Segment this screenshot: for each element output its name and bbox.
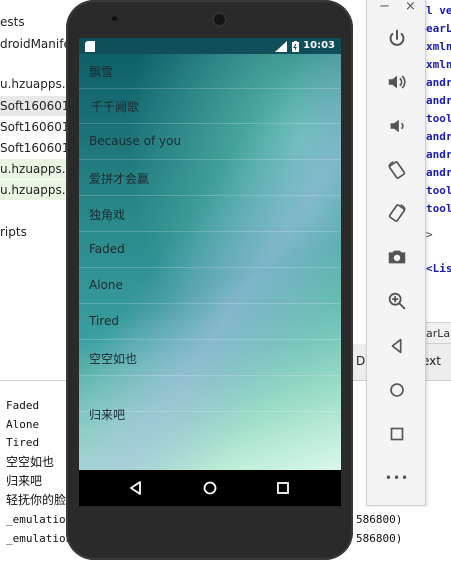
volume-down-button[interactable] [382,111,412,141]
code-line: > [426,228,433,241]
zoom-button[interactable] [382,286,412,316]
list-item[interactable]: 飘雪 [79,54,341,89]
design-tab[interactable]: D [356,354,365,368]
list-item[interactable]: Tired [79,305,341,340]
console-line-tail: 586800) [356,513,403,526]
code-line: andr [426,94,451,107]
list-item[interactable]: 爱拼才会赢 [79,161,341,196]
console-line: Faded [6,399,40,412]
overview-square-icon [390,427,404,441]
screenshot-button[interactable] [382,242,412,272]
zoom-in-icon [388,292,406,310]
list-item[interactable]: 空空如也 [79,341,341,376]
front-sensor [112,16,117,21]
list-item[interactable]: 独角戏 [79,197,341,232]
list-item[interactable]: Faded [79,233,341,268]
console-line: 归来吧 [6,474,43,488]
list-item[interactable]: 归来吧 [79,377,341,422]
console-line: 轻抚你的脸 [6,493,67,507]
song-title: 爱拼才会赢 [89,172,150,186]
overview-square-icon [277,482,289,494]
overview-button[interactable] [382,419,412,449]
rotate-right-icon [388,204,406,222]
camera-icon [388,250,406,264]
phone-screen: 10:03 飘雪 千千阙歌 Because of you 爱拼才会赢 独角戏 F… [79,38,341,506]
code-line: xmln [426,58,451,71]
front-camera [214,14,225,25]
signal-icon [275,41,287,52]
song-list[interactable]: 飘雪 千千阙歌 Because of you 爱拼才会赢 独角戏 Faded A… [79,54,341,470]
volume-up-icon [388,75,406,89]
song-title: Alone [89,278,123,292]
code-line: andr [426,130,451,143]
power-button[interactable] [382,24,412,54]
home-circle-icon [390,383,404,397]
code-line: xmln [426,40,451,53]
code-line: <Lis [426,262,451,275]
code-line: andr [426,166,451,179]
volume-down-icon [390,119,404,133]
back-triangle-icon [130,481,141,495]
code-line: tool [426,112,451,125]
code-line: andr [426,148,451,161]
code-line: earL [426,22,451,35]
song-title: 归来吧 [89,408,126,422]
status-bar: 10:03 [79,38,341,54]
rotate-right-button[interactable] [382,198,412,228]
power-icon [389,29,405,46]
emulator-toolbar: − × ••• [366,0,426,506]
more-icon: ••• [384,471,410,485]
rotate-left-button[interactable] [382,155,412,185]
nav-back-button[interactable] [124,476,148,500]
home-button[interactable] [382,375,412,405]
code-line: andr [426,76,451,89]
minimize-button[interactable]: − [379,0,390,14]
home-circle-icon [203,481,217,495]
song-title: 千千阙歌 [91,100,140,114]
console-line: Alone [6,418,40,431]
nav-home-button[interactable] [198,476,222,500]
console-line-tail: 586800) [356,532,403,545]
code-line: l ve [426,4,451,17]
navigation-bar [79,470,341,506]
volume-up-button[interactable] [382,67,412,97]
list-item[interactable]: Because of you [79,125,341,160]
list-item[interactable]: Alone [79,269,341,304]
back-button[interactable] [382,331,412,361]
song-title: Because of you [89,134,182,148]
song-title: Faded [89,242,125,256]
editor-tab-label: arLa [426,327,451,340]
console-line: 空空如也 [6,455,55,469]
rotate-left-icon [388,161,406,179]
status-time: 10:03 [303,40,335,51]
more-button[interactable]: ••• [382,463,412,493]
song-title: Tired [89,314,119,328]
nav-overview-button[interactable] [271,476,295,500]
code-line: tool [426,184,451,197]
battery-icon [292,41,299,52]
song-title: 独角戏 [89,208,126,222]
close-button[interactable]: × [405,0,416,14]
sd-card-icon [85,41,95,52]
console-line: Tired [6,436,40,449]
code-line: tool [426,202,451,215]
list-item[interactable]: 千千阙歌 [79,89,341,124]
song-title: 空空如也 [89,352,138,366]
back-triangle-icon [391,338,402,354]
song-title: 飘雪 [89,65,114,79]
